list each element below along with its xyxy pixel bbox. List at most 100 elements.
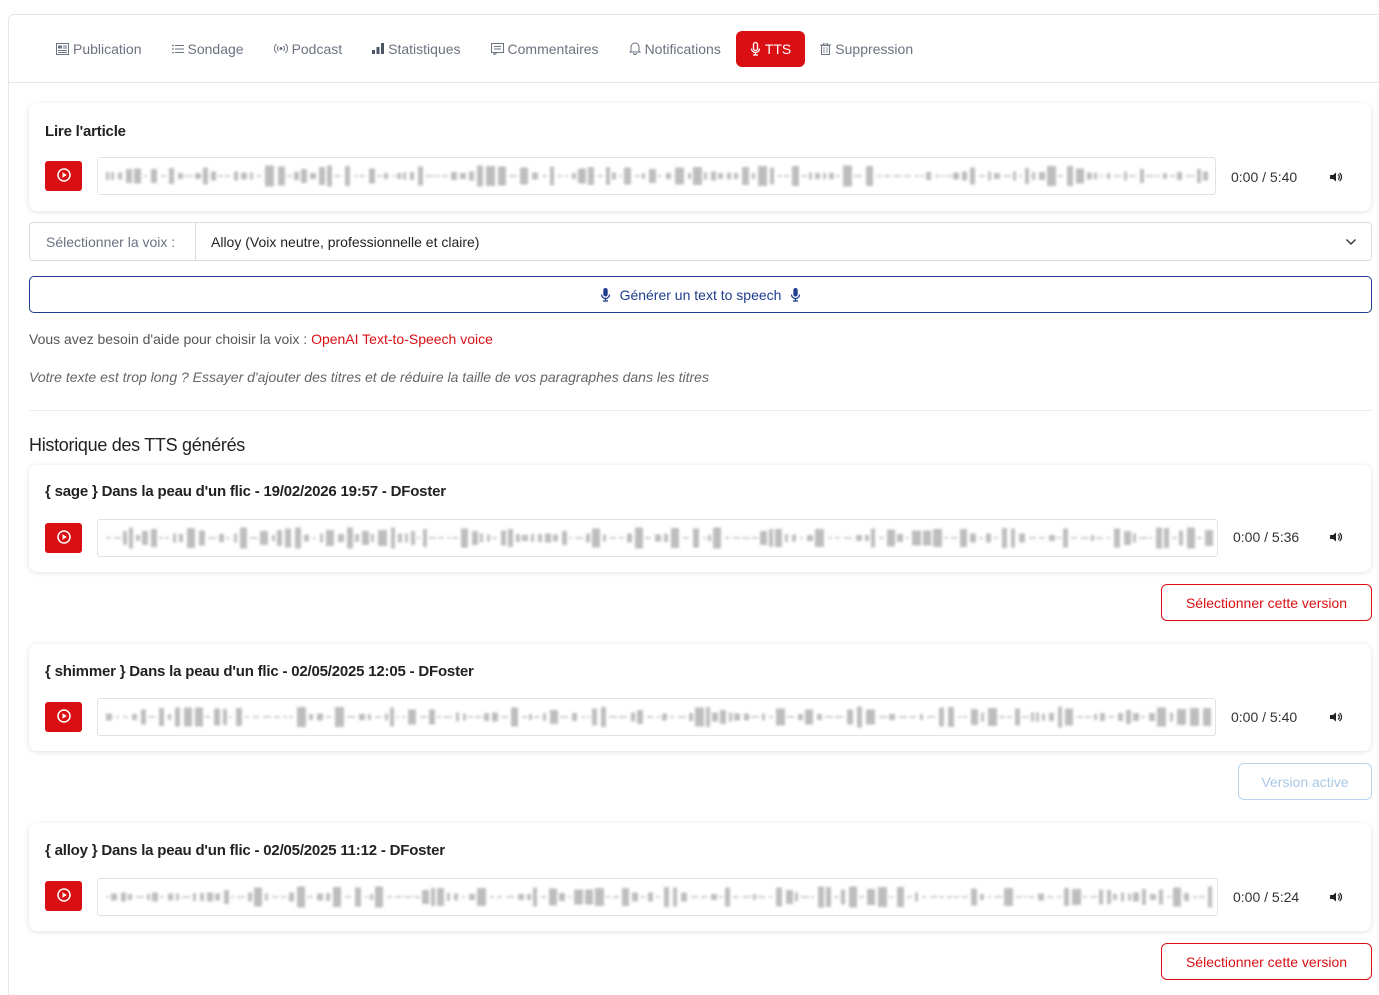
waveform-bar <box>429 537 436 539</box>
audio-waveform[interactable] <box>97 878 1218 916</box>
waveform-bar <box>598 175 603 177</box>
waveform-bar <box>729 712 732 722</box>
voice-help-text: Vous avez besoin d'aide pour choisir la … <box>29 331 493 347</box>
waveform-bar <box>518 894 524 900</box>
play-button[interactable] <box>45 702 82 732</box>
waveform-bar <box>944 537 948 539</box>
voice-help-prefix: Vous avez besoin d'aide pour choisir la … <box>29 331 312 347</box>
waveform-bar <box>843 165 852 187</box>
generate-tts-button[interactable]: Générer un text to speech <box>29 276 1372 313</box>
waveform-bar <box>378 530 387 546</box>
waveform-bar <box>619 716 627 718</box>
waveform-bar <box>461 528 468 548</box>
waveform-bar <box>1063 528 1068 548</box>
waveform-bar <box>1039 172 1045 180</box>
waveform-bar <box>1077 716 1083 718</box>
waveform-bar <box>402 716 405 718</box>
waveform-bar <box>414 896 420 898</box>
waveform-bar <box>338 534 344 542</box>
waveform-bar <box>587 716 590 718</box>
waveform-bar <box>666 173 671 179</box>
waveform-bar <box>769 716 773 718</box>
volume-icon[interactable] <box>1328 709 1344 725</box>
voice-select[interactable]: Sélectionner la voix : Alloy (Voix neutr… <box>29 222 1372 261</box>
waveform-bar <box>784 175 789 177</box>
waveform-bar <box>508 529 513 547</box>
waveform-bar <box>365 896 368 898</box>
waveform-bar <box>1170 175 1175 177</box>
play-button[interactable] <box>45 523 82 553</box>
waveform-bar <box>884 175 890 177</box>
waveform-bar <box>811 896 814 898</box>
waveform-bar <box>649 169 656 183</box>
waveform-bar <box>953 172 959 180</box>
waveform-bar <box>179 534 183 542</box>
waveform-bar <box>501 716 508 718</box>
waveform-bar <box>954 896 959 898</box>
reader-title: Lire l'article <box>45 123 126 140</box>
waveform-bar <box>355 534 359 542</box>
waveform-bar <box>708 535 711 541</box>
waveform-bar <box>480 533 483 543</box>
tab-notifications[interactable]: Notifications <box>614 31 736 67</box>
waveform-bar <box>922 896 926 898</box>
tab-tts[interactable]: TTS <box>735 30 806 67</box>
tab-label: Notifications <box>644 40 721 57</box>
waveform-bar <box>859 896 864 898</box>
waveform-bar <box>260 531 268 545</box>
waveform-bar <box>538 534 542 542</box>
audio-waveform[interactable] <box>97 698 1216 736</box>
waveform-bar <box>456 712 459 722</box>
waveform-bar <box>1149 713 1155 721</box>
audio-waveform[interactable] <box>97 157 1216 195</box>
tab-statistiques[interactable]: Statistiques <box>357 31 475 67</box>
waveform-bar <box>588 167 594 185</box>
waveform-bar <box>317 893 323 901</box>
voice-select-value[interactable]: Alloy (Voix neutre, professionnelle et c… <box>196 234 1331 250</box>
waveform-bar <box>795 892 798 902</box>
waveform-bar <box>907 896 912 898</box>
chevron-down-icon[interactable] <box>1331 238 1371 246</box>
play-button[interactable] <box>45 881 82 911</box>
waveform-bar <box>826 887 831 907</box>
tab-suppression[interactable]: Suppression <box>805 31 928 67</box>
waveform-bar <box>829 173 834 179</box>
waveform-bar <box>867 889 875 905</box>
waveform-bar <box>550 710 558 724</box>
waveform-graphic <box>106 165 1208 187</box>
tab-publication[interactable]: Publication <box>41 31 157 67</box>
waveform-bar <box>418 166 423 186</box>
volume-icon[interactable] <box>1328 889 1344 905</box>
waveform-bar <box>971 709 978 725</box>
waveform-bar <box>670 716 674 718</box>
generate-tts-label: Générer un text to speech <box>619 286 782 303</box>
play-button[interactable] <box>45 161 82 191</box>
waveform-bar <box>1042 713 1045 721</box>
tab-podcast[interactable]: Podcast <box>259 31 358 67</box>
waveform-bar <box>411 531 415 545</box>
waveform-bar <box>355 887 361 907</box>
waveform-bar <box>962 171 967 181</box>
waveform-bar <box>631 712 635 722</box>
waveform-bar <box>182 896 190 898</box>
waveform-bar <box>218 175 223 177</box>
tab-commentaires[interactable]: Commentaires <box>476 31 614 67</box>
select-version-button[interactable]: Sélectionner cette version <box>1161 584 1372 621</box>
volume-icon[interactable] <box>1328 169 1344 185</box>
audio-waveform[interactable] <box>97 519 1218 557</box>
volume-icon[interactable] <box>1328 529 1344 545</box>
waveform-bar <box>927 716 935 718</box>
waveform-bar <box>693 528 699 548</box>
select-version-button[interactable]: Sélectionner cette version <box>1161 943 1372 980</box>
waveform-bar <box>326 716 331 718</box>
waveform-bar <box>301 169 307 183</box>
waveform-bar <box>1031 712 1034 722</box>
waveform-bar <box>371 534 374 542</box>
tab-sondage[interactable]: Sondage <box>157 31 259 67</box>
waveform-bar <box>444 716 452 718</box>
waveform-bar <box>334 175 341 177</box>
waveform-bar <box>484 713 489 721</box>
waveform-bar <box>549 888 557 906</box>
waveform-bar <box>1100 175 1103 177</box>
openai-voice-link[interactable]: OpenAI Text-to-Speech voice <box>311 331 493 347</box>
